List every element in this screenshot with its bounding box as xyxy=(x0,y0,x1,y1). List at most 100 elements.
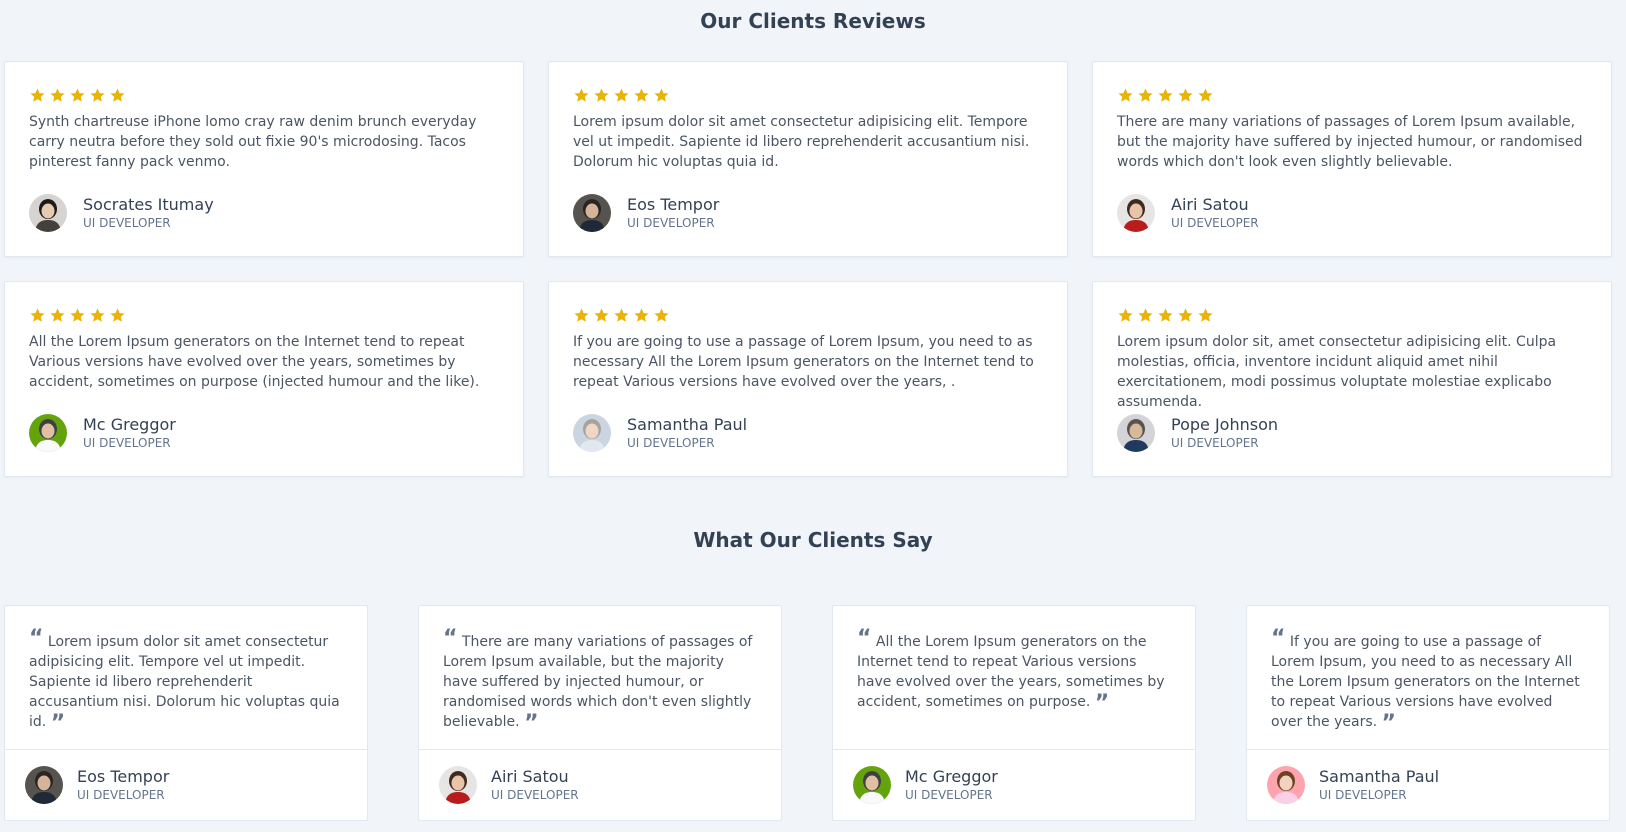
review-author: Eos Tempor UI DEVELOPER xyxy=(573,194,1043,232)
star-icon xyxy=(1118,88,1133,102)
star-icon xyxy=(90,308,105,322)
star-icon xyxy=(634,88,649,102)
star-icon xyxy=(1158,308,1173,322)
review-author: Samantha Paul UI DEVELOPER xyxy=(573,414,1043,452)
review-card: Lorem ipsum dolor sit amet consectetur a… xyxy=(548,61,1068,257)
author-role: UI DEVELOPER xyxy=(491,788,579,802)
quote-open-icon: “ xyxy=(443,626,458,651)
testimonial-text: All the Lorem Ipsum generators on the In… xyxy=(857,634,1165,710)
author-role: UI DEVELOPER xyxy=(905,788,993,802)
star-icon xyxy=(50,88,65,102)
quote-open-icon: “ xyxy=(1271,626,1286,651)
testimonial-card: “ If you are going to use a passage of L… xyxy=(1246,605,1610,821)
star-icon xyxy=(1178,308,1193,322)
avatar xyxy=(1117,414,1155,452)
author-name: Socrates Itumay xyxy=(83,195,214,214)
quote-close-icon: ” xyxy=(50,711,66,736)
quote-close-icon: ” xyxy=(1381,711,1396,736)
review-author: Pope Johnson UI DEVELOPER xyxy=(1117,414,1587,452)
avatar xyxy=(853,766,891,804)
avatar xyxy=(1117,194,1155,232)
author-role: UI DEVELOPER xyxy=(1319,788,1407,802)
testimonial-text: If you are going to use a passage of Lor… xyxy=(1271,634,1580,730)
star-rating xyxy=(573,87,1043,107)
testimonial-author: Airi Satou UI DEVELOPER xyxy=(419,750,781,804)
avatar-photo xyxy=(29,414,67,452)
author-name: Airi Satou xyxy=(1171,195,1249,214)
testimonials-section-title: What Our Clients Say xyxy=(693,528,933,552)
review-text: Lorem ipsum dolor sit, amet consectetur … xyxy=(1117,334,1557,410)
author-role: UI DEVELOPER xyxy=(83,436,171,450)
review-text: There are many variations of passages of… xyxy=(1117,114,1583,170)
star-icon xyxy=(110,308,125,322)
star-icon xyxy=(30,308,45,322)
reviews-grid: Synth chartreuse iPhone lomo cray raw de… xyxy=(4,61,1612,477)
avatar xyxy=(439,766,477,804)
testimonial-body: “ Lorem ipsum dolor sit amet consectetur… xyxy=(5,606,367,750)
review-text: Lorem ipsum dolor sit amet consectetur a… xyxy=(573,114,1030,170)
star-icon xyxy=(574,88,589,102)
star-icon xyxy=(1138,308,1153,322)
star-icon xyxy=(594,308,609,322)
testimonial-card: “ Lorem ipsum dolor sit amet consectetur… xyxy=(4,605,368,821)
avatar-photo xyxy=(25,766,63,804)
star-icon xyxy=(1138,88,1153,102)
testimonial-body: “ If you are going to use a passage of L… xyxy=(1247,606,1609,750)
star-rating xyxy=(573,307,1043,327)
quote-open-icon: “ xyxy=(857,626,872,651)
star-icon xyxy=(1198,88,1213,102)
review-card: All the Lorem Ipsum generators on the In… xyxy=(4,281,524,477)
testimonial-text: Lorem ipsum dolor sit amet consectetur a… xyxy=(29,634,340,730)
star-icon xyxy=(574,308,589,322)
star-icon xyxy=(70,88,85,102)
star-icon xyxy=(594,88,609,102)
avatar xyxy=(29,414,67,452)
author-role: UI DEVELOPER xyxy=(77,788,165,802)
star-icon xyxy=(70,308,85,322)
reviews-section-title: Our Clients Reviews xyxy=(700,9,926,33)
author-name: Pope Johnson xyxy=(1171,415,1279,434)
review-author: Socrates Itumay UI DEVELOPER xyxy=(29,194,499,232)
testimonial-author: Mc Greggor UI DEVELOPER xyxy=(833,750,1195,804)
avatar xyxy=(573,194,611,232)
avatar xyxy=(29,194,67,232)
review-text: All the Lorem Ipsum generators on the In… xyxy=(29,334,480,390)
avatar-photo xyxy=(439,766,477,804)
review-card: Lorem ipsum dolor sit, amet consectetur … xyxy=(1092,281,1612,477)
avatar-photo xyxy=(1267,766,1305,804)
quote-close-icon: ” xyxy=(1094,691,1110,716)
star-icon xyxy=(634,308,649,322)
author-name: Eos Tempor xyxy=(627,195,720,214)
testimonial-body: “ All the Lorem Ipsum generators on the … xyxy=(833,606,1195,750)
avatar xyxy=(573,414,611,452)
author-name: Eos Tempor xyxy=(77,767,170,786)
star-icon xyxy=(90,88,105,102)
author-name: Airi Satou xyxy=(491,767,569,786)
testimonial-text: There are many variations of passages of… xyxy=(443,634,753,730)
avatar-photo xyxy=(29,194,67,232)
testimonial-card: “ There are many variations of passages … xyxy=(418,605,782,821)
avatar xyxy=(25,766,63,804)
star-icon xyxy=(1118,308,1133,322)
testimonial-author: Eos Tempor UI DEVELOPER xyxy=(5,750,367,804)
star-icon xyxy=(654,88,669,102)
review-card: Synth chartreuse iPhone lomo cray raw de… xyxy=(4,61,524,257)
review-card: There are many variations of passages of… xyxy=(1092,61,1612,257)
author-role: UI DEVELOPER xyxy=(627,436,715,450)
review-text: Synth chartreuse iPhone lomo cray raw de… xyxy=(29,114,477,170)
star-icon xyxy=(614,308,629,322)
author-role: UI DEVELOPER xyxy=(1171,216,1259,230)
star-icon xyxy=(654,308,669,322)
avatar-photo xyxy=(573,414,611,452)
quote-open-icon: “ xyxy=(29,626,44,651)
avatar-photo xyxy=(1117,194,1155,232)
review-text: If you are going to use a passage of Lor… xyxy=(573,334,1034,390)
star-rating xyxy=(1117,87,1587,107)
avatar-photo xyxy=(573,194,611,232)
author-role: UI DEVELOPER xyxy=(83,216,171,230)
author-name: Mc Greggor xyxy=(905,767,998,786)
star-icon xyxy=(1178,88,1193,102)
star-icon xyxy=(1198,308,1213,322)
star-icon xyxy=(1158,88,1173,102)
testimonials-row: “ Lorem ipsum dolor sit amet consectetur… xyxy=(4,605,1610,821)
